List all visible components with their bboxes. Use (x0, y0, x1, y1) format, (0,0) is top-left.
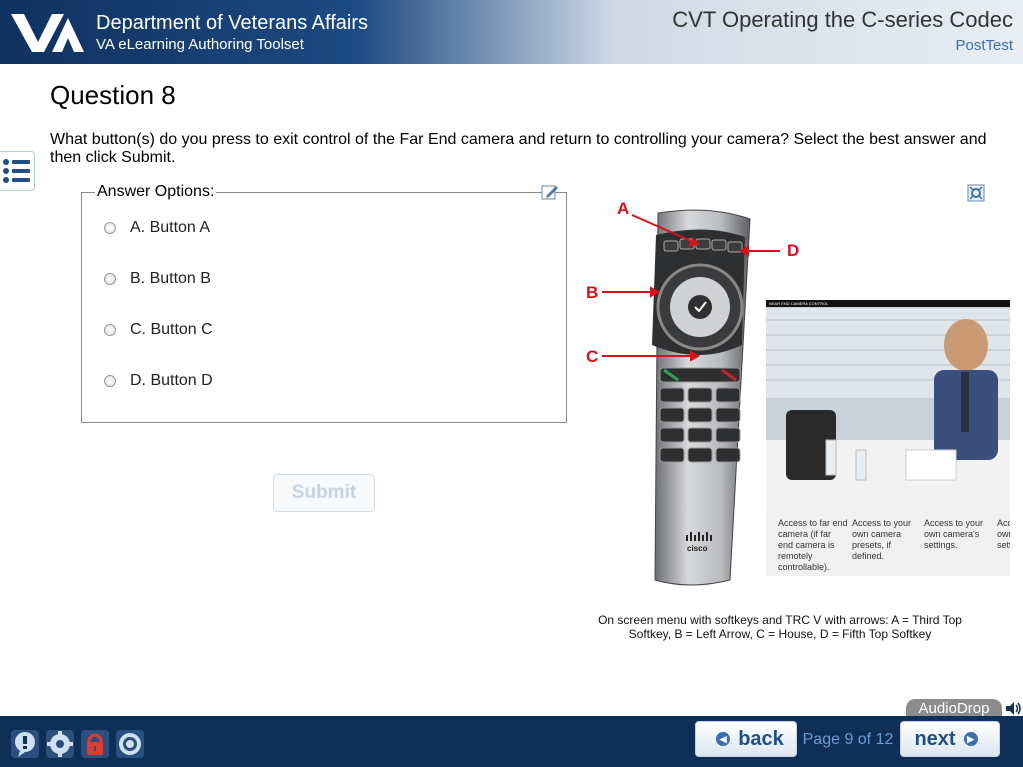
back-label: back (738, 727, 784, 750)
answer-options-legend: Answer Options: (95, 183, 217, 201)
softkey-3: Access to your own camera's settings. (924, 518, 984, 550)
zoom-image-icon[interactable] (967, 184, 985, 202)
on-screen-menu-image: NEAR END CAMERA CONTROL Access to far en… (766, 300, 1010, 576)
target-icon[interactable] (115, 729, 145, 759)
list-menu-icon (3, 159, 30, 183)
help-icon[interactable] (10, 729, 40, 759)
department-title: Department of Veterans Affairs (96, 12, 369, 34)
annotation-a: A (617, 199, 630, 218)
answer-option-c[interactable]: C. Button C (104, 320, 213, 340)
radio-d[interactable] (104, 375, 116, 387)
header-banner: Department of Veterans Affairs VA eLearn… (0, 0, 1023, 64)
next-arrow-icon: ▶ (963, 732, 978, 746)
submit-button[interactable]: Submit (273, 474, 375, 512)
annotation-d: D (787, 241, 800, 260)
back-arrow-icon: ◀ (716, 732, 731, 746)
edit-icon[interactable] (541, 183, 559, 201)
radio-c[interactable] (104, 324, 116, 336)
option-label: C. Button C (130, 321, 213, 338)
question-text: What button(s) do you press to exit cont… (50, 131, 987, 166)
page-indicator: Page 9 of 12 (802, 731, 894, 748)
settings-icon[interactable] (45, 729, 75, 759)
screen-header: NEAR END CAMERA CONTROL (766, 300, 1010, 307)
softkey-4: Access to your own manual settings. (997, 518, 1010, 550)
annotation-b: B (586, 283, 599, 302)
radio-b[interactable] (104, 273, 116, 285)
lock-icon[interactable] (80, 729, 110, 759)
softkey-1: Access to far end camera (if far end cam… (778, 518, 848, 572)
radio-a[interactable] (104, 222, 116, 234)
next-button[interactable]: next ▶ (900, 721, 1000, 757)
option-label: A. Button A (130, 219, 211, 236)
va-logo-icon (11, 14, 84, 52)
next-label: next (914, 727, 956, 750)
option-label: B. Button B (130, 270, 211, 287)
cisco-label: cisco (687, 544, 708, 553)
department-subtitle: VA eLearning Authoring Toolset (96, 36, 304, 53)
softkey-2: Access to your own camera presets, if de… (852, 518, 912, 561)
answer-option-d[interactable]: D. Button D (104, 371, 213, 391)
figure-caption: On screen menu with softkeys and TRC V w… (598, 613, 962, 641)
conference-photo (766, 300, 1010, 514)
section-title: PostTest (955, 37, 1013, 54)
back-button[interactable]: ◀ back (695, 721, 797, 757)
menu-button[interactable] (0, 151, 35, 191)
annotation-c: C (586, 347, 599, 366)
answer-option-b[interactable]: B. Button B (104, 269, 211, 289)
option-label: D. Button D (130, 372, 213, 389)
course-title: CVT Operating the C-series Codec (672, 7, 1013, 32)
answer-option-a[interactable]: A. Button A (104, 218, 210, 238)
question-title: Question 8 (50, 80, 176, 110)
